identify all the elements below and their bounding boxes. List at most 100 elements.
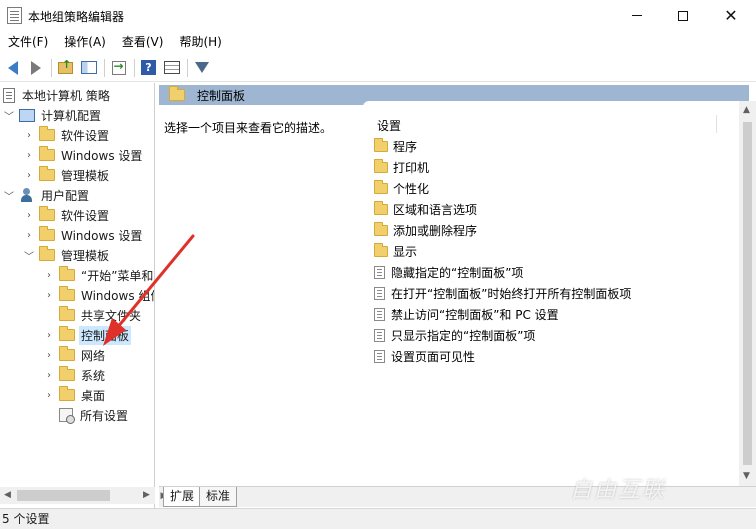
- scroll-up-icon[interactable]: ▲: [743, 105, 750, 115]
- tab-standard[interactable]: 标准: [199, 487, 238, 507]
- tree-item-software-settings[interactable]: › 软件设置: [23, 125, 111, 145]
- tree-item-start-menu[interactable]: › “开始”菜单和: [43, 265, 154, 285]
- policy-editor-icon: [7, 7, 22, 24]
- menu-file[interactable]: 文件(F): [4, 31, 52, 53]
- back-arrow-icon: [7, 60, 18, 75]
- tree-item-system[interactable]: › 系统: [43, 365, 107, 385]
- properties-button[interactable]: [161, 57, 182, 78]
- scroll-down-icon[interactable]: ▼: [743, 471, 750, 481]
- forward-button[interactable]: [25, 57, 46, 78]
- menu-view[interactable]: 查看(V): [118, 31, 168, 53]
- policy-setting-icon: [374, 329, 385, 342]
- list-item[interactable]: 隐藏指定的“控制面板”项: [374, 262, 523, 283]
- tree-item-label: 共享文件夹: [81, 308, 142, 323]
- scrollbar-thumb[interactable]: [17, 490, 110, 501]
- up-level-button[interactable]: [55, 57, 76, 78]
- list-item-label: 禁止访问“控制面板”和 PC 设置: [391, 308, 559, 322]
- tree-item-admin-templates[interactable]: › 管理模板: [23, 165, 111, 185]
- list-item[interactable]: 显示: [374, 241, 417, 262]
- tree-item-admin-templates[interactable]: ﹀ 管理模板: [23, 245, 111, 265]
- tree-item-computer-config[interactable]: ﹀ 计算机配置: [3, 105, 103, 125]
- chevron-right-icon[interactable]: ›: [23, 130, 35, 141]
- list-item[interactable]: 区域和语言选项: [374, 199, 477, 220]
- watermark-logo: 自由互联: [570, 478, 667, 503]
- description-text: 选择一个项目来查看它的描述。: [164, 121, 333, 135]
- list-item-label: 设置页面可见性: [391, 350, 476, 364]
- folder-icon: [374, 159, 388, 173]
- chevron-right-icon[interactable]: ›: [23, 210, 35, 221]
- tree-item-all-settings[interactable]: 所有设置: [59, 405, 130, 425]
- folder-icon: [374, 180, 388, 194]
- close-button[interactable]: ✕: [706, 0, 756, 31]
- list-vertical-scrollbar[interactable]: ▲ ▼: [739, 101, 756, 486]
- list-item[interactable]: 在打开“控制面板”时始终打开所有控制面板项: [374, 283, 631, 304]
- tree-item-label: 管理模板: [61, 248, 110, 263]
- chevron-right-icon[interactable]: ›: [23, 230, 35, 241]
- chevron-right-icon[interactable]: ›: [43, 290, 55, 301]
- menu-help[interactable]: 帮助(H): [175, 31, 225, 53]
- column-header-setting[interactable]: 设置: [377, 117, 401, 134]
- chevron-right-icon[interactable]: ›: [43, 350, 55, 361]
- back-button[interactable]: [2, 57, 23, 78]
- toolbar-separator: [187, 58, 188, 77]
- toolbar: ?: [0, 54, 756, 82]
- title-bar: 本地组策略编辑器 ✕: [0, 0, 756, 31]
- list-item[interactable]: 只显示指定的“控制面板”项: [374, 325, 535, 346]
- folder-icon: [39, 226, 55, 241]
- menu-action[interactable]: 操作(A): [60, 31, 110, 53]
- tree-item-windows-settings[interactable]: › Windows 设置: [23, 225, 144, 245]
- filter-button[interactable]: [191, 57, 212, 78]
- properties-icon: [163, 61, 180, 74]
- folder-icon: [374, 138, 388, 152]
- list-item[interactable]: 设置页面可见性: [374, 346, 475, 367]
- chevron-right-icon[interactable]: ›: [43, 390, 55, 401]
- list-item[interactable]: 添加或删除程序: [374, 220, 477, 241]
- show-hide-tree-button[interactable]: [78, 57, 99, 78]
- scroll-left-icon[interactable]: ◀: [4, 490, 11, 500]
- policy-setting-icon: [374, 350, 385, 363]
- toolbar-separator: [104, 58, 105, 77]
- tree-item-network[interactable]: › 网络: [43, 345, 107, 365]
- folder-icon: [59, 326, 75, 341]
- minimize-button[interactable]: [614, 0, 660, 31]
- column-divider[interactable]: [716, 115, 717, 133]
- tree-item-windows-components[interactable]: › Windows 组件: [43, 285, 155, 305]
- chevron-down-icon[interactable]: ﹀: [3, 188, 15, 203]
- tree-item-control-panel[interactable]: › 控制面板: [43, 325, 132, 345]
- tree-item-label: Windows 设置: [61, 148, 143, 163]
- chevron-right-icon[interactable]: ›: [23, 150, 35, 161]
- help-button[interactable]: ?: [138, 57, 159, 78]
- chevron-right-icon[interactable]: ›: [43, 270, 55, 281]
- list-item-label: 隐藏指定的“控制面板”项: [391, 266, 524, 280]
- tree-item-label: 管理模板: [61, 168, 110, 183]
- export-list-button[interactable]: [108, 57, 129, 78]
- tree-item-user-config[interactable]: ﹀ 用户配置: [3, 185, 91, 205]
- scrollbar-thumb[interactable]: [743, 122, 752, 465]
- list-item[interactable]: 程序: [374, 136, 417, 157]
- tree-horizontal-scrollbar[interactable]: ◀ ▶: [0, 487, 155, 504]
- tab-extended[interactable]: 扩展: [163, 487, 202, 507]
- list-item[interactable]: 个性化: [374, 178, 429, 199]
- folder-icon: [59, 306, 75, 321]
- user-icon: [19, 188, 35, 202]
- list-item[interactable]: 打印机: [374, 157, 429, 178]
- close-icon: ✕: [724, 5, 738, 25]
- console-tree: 本地计算机 策略 ﹀ 计算机配置 › 软件设置 › Windows 设置 › 管…: [0, 83, 155, 508]
- details-pane: 控制面板 选择一个项目来查看它的描述。 设置 程序 打印机 个性化 区域和语言选…: [159, 83, 756, 486]
- tree-item-label: Windows 组件: [81, 288, 155, 303]
- tree-item-software-settings[interactable]: › 软件设置: [23, 205, 111, 225]
- tree-item-shared-folders[interactable]: › 共享文件夹: [43, 305, 143, 325]
- chevron-down-icon[interactable]: ﹀: [23, 248, 35, 263]
- maximize-button[interactable]: [660, 0, 706, 31]
- tree-item-root[interactable]: 本地计算机 策略: [3, 85, 112, 105]
- chevron-right-icon[interactable]: ›: [43, 330, 55, 341]
- chevron-right-icon[interactable]: ›: [23, 170, 35, 181]
- chevron-down-icon[interactable]: ﹀: [3, 108, 15, 123]
- scroll-right-icon[interactable]: ▶: [143, 490, 150, 500]
- list-item[interactable]: 禁止访问“控制面板”和 PC 设置: [374, 304, 559, 325]
- chevron-right-icon[interactable]: ›: [43, 370, 55, 381]
- list-item-label: 程序: [393, 140, 418, 154]
- menu-bar: 文件(F) 操作(A) 查看(V) 帮助(H): [0, 31, 756, 53]
- tree-item-desktop[interactable]: › 桌面: [43, 385, 107, 405]
- tree-item-windows-settings[interactable]: › Windows 设置: [23, 145, 144, 165]
